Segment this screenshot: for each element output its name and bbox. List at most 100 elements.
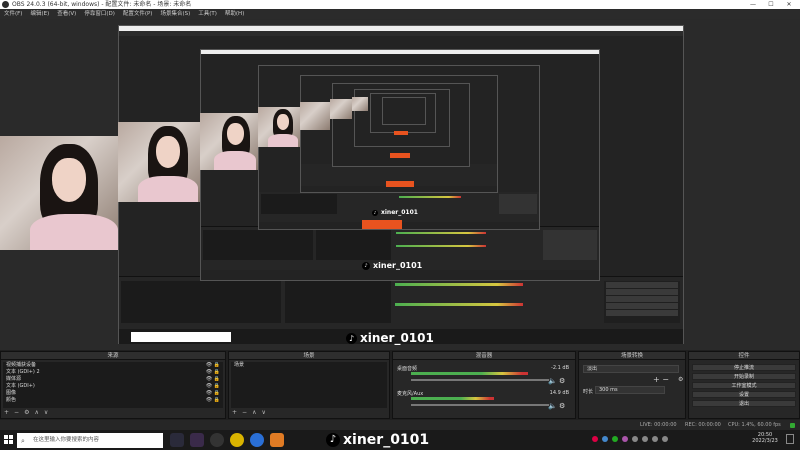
- audio-mixer-dock: 混音器 桌面音频 -2.1 dB 🔈 ⚙ 麦克风/Aux 14.9 dB 🔈 ⚙: [392, 351, 576, 419]
- source-settings-icon[interactable]: ⚙: [24, 409, 29, 416]
- duration-input[interactable]: 300 ms: [595, 386, 665, 394]
- scene-down-button[interactable]: ∨: [261, 409, 265, 416]
- start-recording-button[interactable]: 开始录制: [692, 373, 796, 380]
- stop-streaming-button[interactable]: 停止推流: [692, 364, 796, 371]
- add-transition-button[interactable]: + −: [653, 375, 669, 384]
- source-item[interactable]: 文本 (GDI+) 2 👁 🔒: [3, 369, 223, 376]
- add-source-button[interactable]: +: [4, 409, 9, 416]
- tray-icon[interactable]: [592, 436, 598, 442]
- windows-start-icon[interactable]: [4, 435, 13, 444]
- tiktok-overlay-nested: ♪ xiner_0101: [362, 261, 422, 270]
- source-item[interactable]: 文本 (GDI+) 👁 🔒: [3, 383, 223, 390]
- transition-select[interactable]: 淡出: [583, 365, 679, 373]
- menu-file[interactable]: 文件(F): [0, 9, 26, 19]
- eye-lock-icon[interactable]: 👁 🔒: [206, 397, 220, 404]
- menu-tools[interactable]: 工具(T): [194, 9, 221, 19]
- tray-icon[interactable]: [642, 436, 648, 442]
- tray-icon[interactable]: [632, 436, 638, 442]
- clock-date: 2022/3/23: [752, 438, 778, 444]
- gear-icon[interactable]: ⚙: [678, 376, 683, 383]
- connection-indicator: [790, 423, 795, 428]
- volume-meter: [411, 372, 528, 375]
- exit-button[interactable]: 退出: [692, 400, 796, 407]
- mixer-channel-db: 14.9 dB: [549, 390, 569, 396]
- taskbar-clock[interactable]: 20:50 2022/3/23: [750, 432, 780, 444]
- menu-view[interactable]: 查看(V): [53, 9, 80, 19]
- webcam-feed-nested: [352, 97, 368, 111]
- move-up-button[interactable]: ∧: [34, 409, 38, 416]
- taskbar-app-icon[interactable]: [230, 433, 244, 447]
- tray-icon[interactable]: [652, 436, 658, 442]
- obs-logo-icon: [2, 1, 9, 8]
- notification-icon[interactable]: [786, 434, 794, 444]
- rec-status: REC: 00:00:00: [685, 422, 721, 428]
- scenes-list[interactable]: 场景: [231, 362, 387, 408]
- mixer-channel-name: 麦克风/Aux: [397, 391, 424, 397]
- webcam-feed-nested: [200, 113, 258, 170]
- taskbar-app-icon[interactable]: [170, 433, 184, 447]
- remove-source-button[interactable]: −: [14, 409, 19, 416]
- menu-scene-collection[interactable]: 场景集合(S): [156, 9, 194, 19]
- sources-list[interactable]: 视频捕获设备 👁 🔒 文本 (GDI+) 2 👁 🔒 媒体源 👁 🔒 文本 (GDI+…: [3, 362, 223, 408]
- studio-mode-button[interactable]: 工作室模式: [692, 382, 796, 389]
- speaker-icon[interactable]: 🔈: [548, 402, 557, 410]
- eye-lock-icon[interactable]: 👁 🔒: [206, 383, 220, 390]
- windows-taskbar: 在这里输入你要搜索的内容 ⌕ ♪ xiner_0101 20:50 2022/3…: [0, 430, 800, 450]
- taskbar-app-icon[interactable]: [270, 433, 284, 447]
- eye-lock-icon[interactable]: 👁 🔒: [206, 362, 220, 369]
- gear-icon[interactable]: ⚙: [559, 377, 565, 385]
- search-icon: ⌕: [21, 437, 25, 445]
- transitions-title: 场景转换: [579, 352, 685, 360]
- window-title-bar: OBS 24.0.3 (64-bit, windows) - 配置文件: 未命名…: [0, 0, 800, 9]
- sources-toolbar: + − ⚙ ∧ ∨: [4, 409, 53, 417]
- volume-slider[interactable]: [411, 379, 549, 381]
- menu-help[interactable]: 帮助(H): [221, 9, 248, 19]
- volume-meter: [411, 397, 494, 400]
- obs-taskbar-icon[interactable]: [210, 433, 224, 447]
- source-item[interactable]: 视频捕获设备 👁 🔒: [3, 362, 223, 369]
- scene-up-button[interactable]: ∧: [252, 409, 256, 416]
- close-button[interactable]: ✕: [780, 0, 798, 9]
- menu-profile[interactable]: 配置文件(P): [119, 9, 157, 19]
- tiktok-icon: ♪: [346, 332, 357, 344]
- tray-icon[interactable]: [612, 436, 618, 442]
- live-status: LIVE: 00:00:00: [640, 422, 677, 428]
- preview-canvas[interactable]: ♪ xiner_0101 ♪ xiner_0101 ♪ xiner_0101: [0, 19, 800, 350]
- tray-icon[interactable]: [602, 436, 608, 442]
- mixer-title: 混音器: [393, 352, 575, 360]
- add-scene-button[interactable]: +: [232, 409, 237, 416]
- minimize-button[interactable]: —: [744, 0, 762, 9]
- source-item[interactable]: 颜色 👁 🔒: [3, 397, 223, 404]
- scenes-title: 场景: [229, 352, 389, 360]
- webcam-feed-nested: [300, 102, 330, 130]
- move-down-button[interactable]: ∨: [44, 409, 48, 416]
- orange-label: [390, 153, 410, 158]
- tray-icon[interactable]: [662, 436, 668, 442]
- maximize-button[interactable]: ☐: [762, 0, 780, 9]
- tray-icon[interactable]: [622, 436, 628, 442]
- gear-icon[interactable]: ⚙: [559, 402, 565, 410]
- menu-docks[interactable]: 停靠窗口(D): [80, 9, 119, 19]
- volume-slider[interactable]: [411, 404, 549, 406]
- orange-label: [394, 131, 408, 135]
- source-item[interactable]: 媒体源 👁 🔒: [3, 376, 223, 383]
- tiktok-overlay: ♪ xiner_0101: [346, 331, 434, 345]
- settings-button[interactable]: 设置: [692, 391, 796, 398]
- menu-edit[interactable]: 编辑(E): [26, 9, 53, 19]
- orange-label: [362, 220, 402, 229]
- eye-lock-icon[interactable]: 👁 🔒: [206, 369, 220, 376]
- controls-dock: 控件 停止推流 开始录制 工作室模式 设置 退出: [688, 351, 800, 419]
- eye-lock-icon[interactable]: 👁 🔒: [206, 390, 220, 397]
- nested-preview-frame-8: [382, 97, 426, 125]
- scene-item[interactable]: 场景: [231, 362, 387, 369]
- system-tray: [592, 436, 742, 444]
- window-title: OBS 24.0.3 (64-bit, windows) - 配置文件: 未命名…: [12, 1, 192, 8]
- taskbar-search-input[interactable]: 在这里输入你要搜索的内容: [17, 433, 163, 448]
- eye-lock-icon[interactable]: 👁 🔒: [206, 376, 220, 383]
- remove-scene-button[interactable]: −: [242, 409, 247, 416]
- speaker-icon[interactable]: 🔈: [548, 377, 557, 385]
- scenes-dock: 场景 场景 + − ∧ ∨: [228, 351, 390, 419]
- taskbar-app-icon[interactable]: [250, 433, 264, 447]
- source-item[interactable]: 图像 👁 🔒: [3, 390, 223, 397]
- taskbar-app-icon[interactable]: [190, 433, 204, 447]
